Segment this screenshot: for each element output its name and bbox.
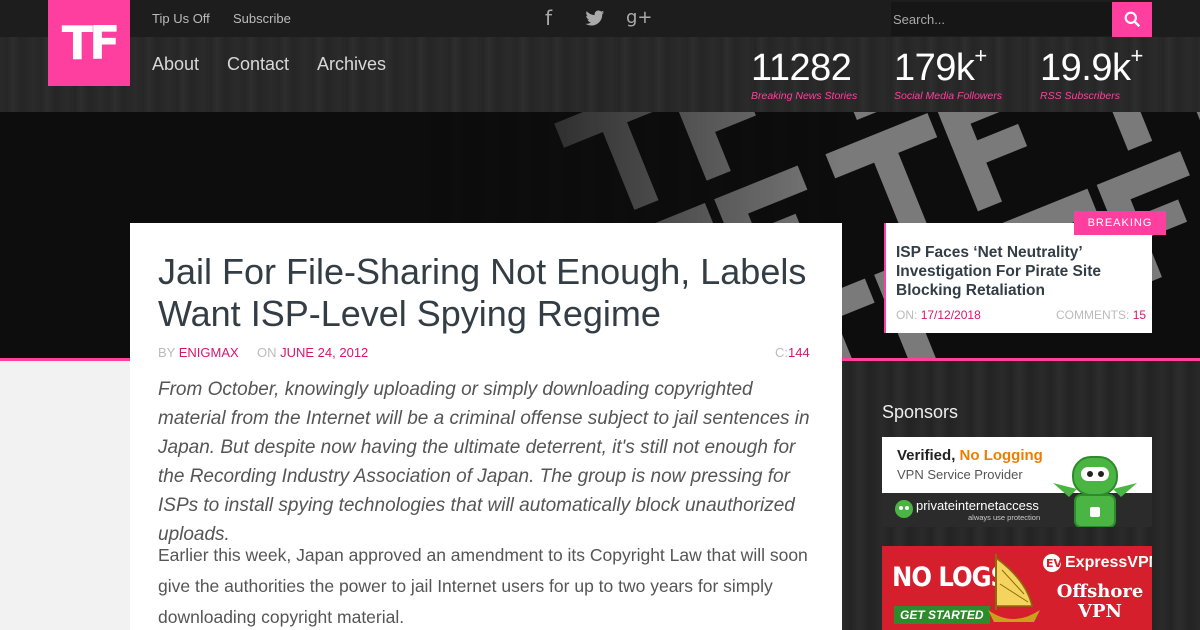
site-logo[interactable]: TF (48, 0, 130, 86)
on-label: ON (257, 345, 277, 360)
twitter-icon[interactable] (585, 8, 605, 32)
by-label: BY (158, 345, 176, 360)
tip-us-off-link[interactable]: Tip Us Off (152, 11, 210, 26)
nav-contact[interactable]: Contact (227, 54, 289, 75)
article-author: BY ENIGMAX (158, 345, 239, 360)
ad-headline-highlight: No Logging (959, 447, 1043, 464)
on-label: ON: (896, 308, 918, 322)
article-card: Jail For File-Sharing Not Enough, Labels… (130, 223, 842, 630)
article-paragraph: Earlier this week, Japan approved an ame… (158, 545, 808, 627)
robot-mascot-icon (1053, 456, 1137, 527)
ad-subheadline: VPN Service Provider (897, 467, 1023, 482)
article-date: ON JUNE 24, 2012 (257, 345, 368, 360)
breaking-date: ON: 17/12/2018 (896, 308, 981, 322)
logo-text: TF (61, 16, 121, 70)
sponsors-heading: Sponsors (882, 402, 959, 422)
stat-rss-subscribers: 19.9k+ RSS Subscribers (1040, 43, 1143, 103)
stat-label: Breaking News Stories (751, 90, 858, 102)
breaking-title[interactable]: ISP Faces ‘Net Neutrality’ Investigation… (896, 243, 1146, 300)
pia-logo-icon (895, 500, 913, 518)
nav-about[interactable]: About (152, 54, 199, 75)
ad-offer-line: VPN (1078, 601, 1122, 622)
subscribe-link[interactable]: Subscribe (233, 11, 291, 26)
stat-social-followers: 179k+ Social Media Followers (894, 43, 1002, 103)
google-plus-icon[interactable]: g+ (626, 7, 653, 28)
get-started-button[interactable]: GET STARTED (894, 606, 990, 624)
ad-brand: privateinternetaccess (916, 498, 1039, 513)
article-lead: From October, knowingly uploading or sim… (158, 379, 810, 545)
search-input[interactable] (891, 2, 1112, 36)
pia-ad-banner[interactable]: Verified, No Logging VPN Service Provide… (882, 437, 1152, 527)
stat-label: RSS Subscribers (1040, 90, 1120, 102)
comments-count[interactable]: 144 (788, 345, 810, 360)
stat-value: 11282 (751, 47, 852, 89)
ad-headline: Verified, (897, 447, 956, 464)
article-comments[interactable]: C:144 (775, 345, 810, 360)
comments-label: C: (775, 345, 788, 360)
stat-value: 179k (894, 47, 975, 89)
expressvpn-logo-icon: EV (1043, 554, 1062, 572)
breaking-badge: BREAKING (1074, 211, 1166, 235)
ad-offer-line: Offshore (1056, 581, 1144, 602)
facebook-icon[interactable]: f (545, 6, 552, 30)
ship-illustration-icon (988, 554, 1040, 622)
ad-brand: ExpressVPN (1065, 554, 1152, 571)
stat-label: Social Media Followers (894, 90, 1002, 102)
author-link[interactable]: ENIGMAX (179, 345, 239, 360)
article-title[interactable]: Jail For File-Sharing Not Enough, Labels… (158, 251, 828, 335)
breaking-comments[interactable]: COMMENTS: 15 (1056, 308, 1146, 322)
search-button[interactable] (1112, 2, 1152, 37)
date-value: 17/12/2018 (920, 308, 981, 322)
date-value: JUNE 24, 2012 (280, 345, 369, 360)
nav-archives[interactable]: Archives (317, 54, 386, 75)
ad-tagline: always use protection (968, 513, 1041, 522)
svg-text:EV: EV (1046, 557, 1062, 570)
comments-count[interactable]: 15 (1133, 308, 1146, 322)
breaking-news-card[interactable]: ISP Faces ‘Net Neutrality’ Investigation… (884, 223, 1152, 333)
comments-label: COMMENTS: (1056, 308, 1130, 322)
stat-news-stories: 11282 Breaking News Stories (751, 45, 857, 102)
stat-value: 19.9k (1040, 47, 1131, 89)
search-icon (1124, 11, 1140, 28)
expressvpn-ad-banner[interactable]: NO LOGS GET STARTED EV ExpressVPN Offsho… (882, 546, 1152, 630)
